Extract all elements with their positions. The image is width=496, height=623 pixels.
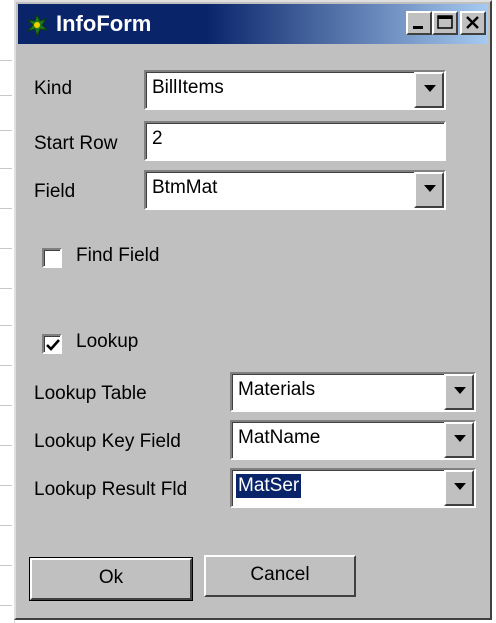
row-divider xyxy=(0,565,12,566)
checkmark-icon xyxy=(46,339,60,351)
title-bar[interactable]: InfoForm xyxy=(18,4,488,44)
kind-dropdown-button[interactable] xyxy=(414,72,444,108)
find-field-checkbox[interactable] xyxy=(42,248,62,268)
row-divider xyxy=(0,365,12,366)
cancel-button[interactable]: Cancel xyxy=(204,555,356,597)
lookup-key-select[interactable]: MatName xyxy=(230,420,476,460)
row-divider xyxy=(0,168,12,169)
close-icon xyxy=(466,16,479,29)
row-divider xyxy=(0,60,12,61)
row-divider xyxy=(0,95,12,96)
row-divider xyxy=(0,485,12,486)
field-label: Field xyxy=(34,181,76,202)
window-title: InfoForm xyxy=(56,11,152,36)
row-divider xyxy=(0,325,12,326)
chevron-down-icon xyxy=(454,387,466,394)
lookup-label[interactable]: Lookup xyxy=(76,330,138,354)
row-divider xyxy=(0,208,12,209)
field-dropdown-button[interactable] xyxy=(414,172,444,208)
lookup-table-value: Materials xyxy=(238,379,316,400)
lookup-result-value: MatSer xyxy=(234,473,303,499)
lookup-table-dropdown-button[interactable] xyxy=(444,374,474,410)
start-row-value: 2 xyxy=(152,128,163,149)
chevron-down-icon xyxy=(424,185,436,192)
row-divider xyxy=(0,445,12,446)
minimize-icon xyxy=(413,26,423,29)
maximize-icon xyxy=(437,15,453,29)
minimize-button[interactable] xyxy=(406,11,432,35)
close-button[interactable] xyxy=(460,11,486,35)
kind-value: BillItems xyxy=(152,77,224,98)
lookup-table-label: Lookup Table xyxy=(34,383,147,404)
lookup-table-select[interactable]: Materials xyxy=(230,372,476,412)
lookup-key-value: MatName xyxy=(238,427,321,448)
chevron-down-icon xyxy=(454,435,466,442)
kind-label: Kind xyxy=(34,78,73,99)
infoform-dialog: InfoForm Kind BillItems Start Row 2 Fiel… xyxy=(14,0,492,620)
field-value: BtmMat xyxy=(152,177,218,198)
lookup-checkbox[interactable] xyxy=(42,334,62,354)
chevron-down-icon xyxy=(454,483,466,490)
lookup-key-label: Lookup Key Field xyxy=(34,431,181,452)
row-divider xyxy=(0,525,12,526)
chevron-down-icon xyxy=(424,85,436,92)
maximize-button[interactable] xyxy=(432,11,458,35)
start-row-input[interactable]: 2 xyxy=(144,121,446,161)
lookup-result-select[interactable]: MatSer xyxy=(230,468,476,508)
row-divider xyxy=(0,130,12,131)
row-divider xyxy=(0,288,12,289)
row-divider xyxy=(0,605,12,606)
lookup-result-dropdown-button[interactable] xyxy=(444,470,474,506)
row-header-strip xyxy=(0,0,15,623)
start-row-label: Start Row xyxy=(34,133,118,154)
find-field-label[interactable]: Find Field xyxy=(76,244,159,268)
lookup-key-dropdown-button[interactable] xyxy=(444,422,474,458)
app-icon xyxy=(26,13,49,38)
lookup-result-label: Lookup Result Fld xyxy=(34,479,188,500)
field-select[interactable]: BtmMat xyxy=(144,170,446,210)
ok-button[interactable]: Ok xyxy=(29,557,193,601)
row-divider xyxy=(0,405,12,406)
kind-select[interactable]: BillItems xyxy=(144,70,446,110)
row-divider xyxy=(0,248,12,249)
